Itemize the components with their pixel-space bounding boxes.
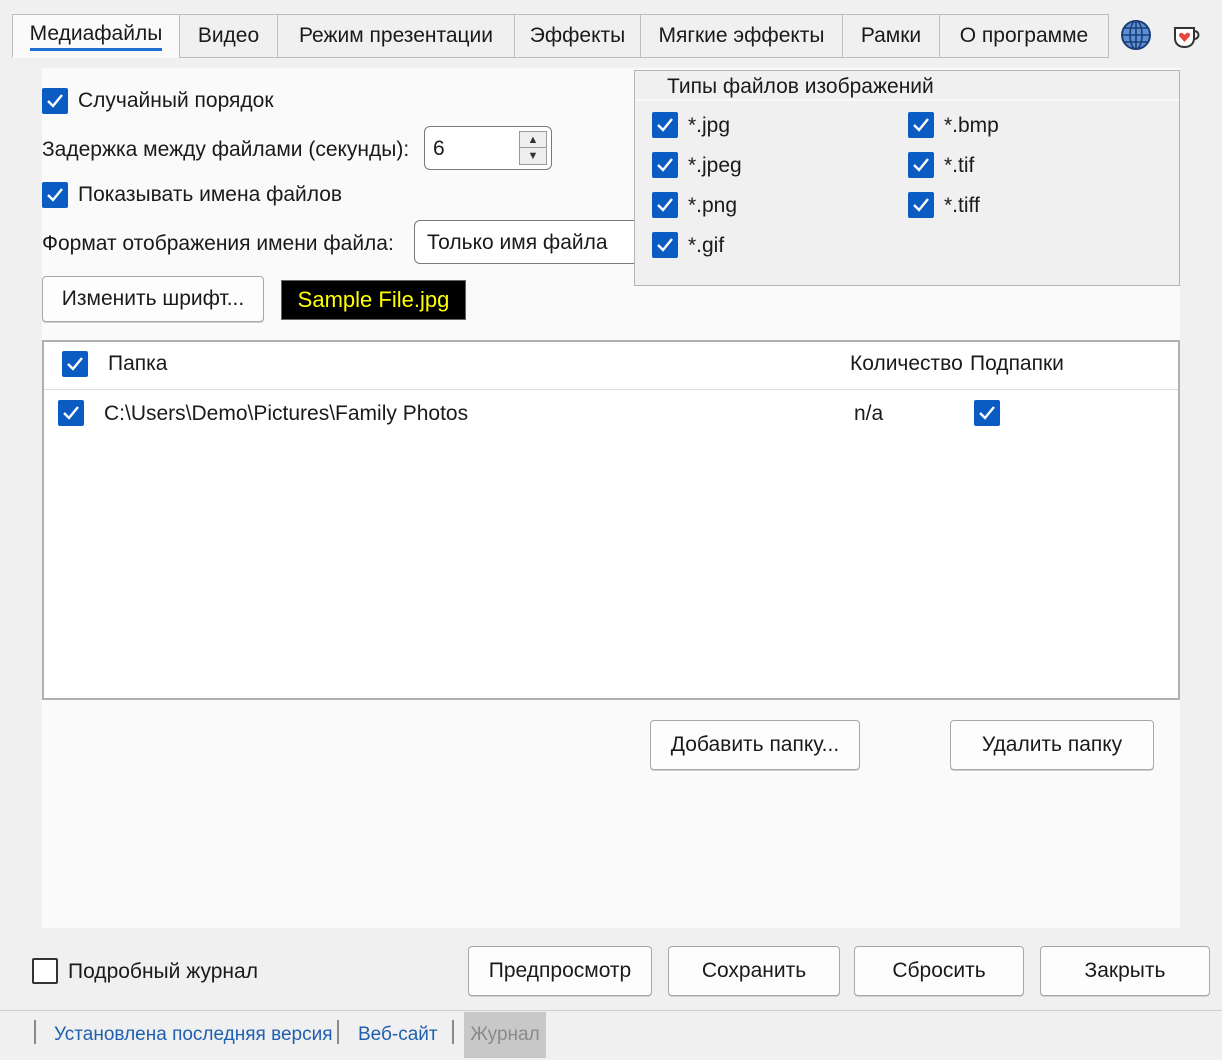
jpeg-label: *.jpeg bbox=[688, 154, 742, 177]
version-link[interactable]: Установлена последняя версия bbox=[54, 1024, 333, 1046]
tab-label: Медиафайлы bbox=[29, 22, 163, 51]
select-all-checkbox[interactable] bbox=[62, 351, 88, 377]
website-link[interactable]: Веб-сайт bbox=[358, 1024, 438, 1046]
folder-list[interactable] bbox=[42, 340, 1180, 700]
add-folder-button[interactable]: Добавить папку... bbox=[650, 720, 860, 770]
group-divider bbox=[635, 99, 1179, 101]
random-order-checkbox[interactable] bbox=[42, 88, 68, 114]
tif-label: *.tif bbox=[944, 154, 975, 177]
tab-effects[interactable]: Эффекты bbox=[514, 14, 641, 58]
delay-label: Задержка между файлами (секунды): bbox=[42, 138, 410, 161]
jpeg-checkbox[interactable] bbox=[652, 152, 678, 178]
coffee-heart-icon[interactable] bbox=[1172, 22, 1202, 50]
reset-button[interactable]: Сбросить bbox=[854, 946, 1024, 996]
status-separator bbox=[452, 1020, 454, 1044]
tab-label: Эффекты bbox=[529, 24, 626, 47]
jpg-checkbox[interactable] bbox=[652, 112, 678, 138]
folder-row-checkbox[interactable] bbox=[58, 400, 84, 426]
tab-about[interactable]: О программе bbox=[939, 14, 1109, 58]
show-names-checkbox[interactable] bbox=[42, 182, 68, 208]
close-button[interactable]: Закрыть bbox=[1040, 946, 1210, 996]
tiff-label: *.tiff bbox=[944, 194, 980, 217]
delay-spinner[interactable]: 6 ▲ ▼ bbox=[424, 126, 552, 170]
save-button[interactable]: Сохранить bbox=[668, 946, 840, 996]
spinner-down-icon[interactable]: ▼ bbox=[520, 148, 546, 164]
random-order-label: Случайный порядок bbox=[78, 89, 274, 112]
remove-folder-button[interactable]: Удалить папку bbox=[950, 720, 1154, 770]
subfolders-checkbox[interactable] bbox=[974, 400, 1000, 426]
folder-count: n/a bbox=[854, 402, 884, 425]
tab-frames[interactable]: Рамки bbox=[842, 14, 940, 58]
tab-soft-effects[interactable]: Мягкие эффекты bbox=[640, 14, 843, 58]
tif-checkbox[interactable] bbox=[908, 152, 934, 178]
png-label: *.png bbox=[688, 194, 738, 217]
folder-path[interactable]: C:\Users\Demo\Pictures\Family Photos bbox=[104, 402, 468, 426]
column-folder[interactable]: Папка bbox=[108, 352, 167, 376]
tiff-checkbox[interactable] bbox=[908, 192, 934, 218]
bmp-label: *.bmp bbox=[944, 114, 999, 137]
name-format-label: Формат отображения имени файла: bbox=[42, 232, 394, 255]
verbose-log-checkbox[interactable] bbox=[32, 958, 58, 984]
globe-icon[interactable] bbox=[1120, 19, 1152, 51]
preview-button[interactable]: Предпросмотр bbox=[468, 946, 652, 996]
gif-checkbox[interactable] bbox=[652, 232, 678, 258]
delay-value[interactable]: 6 bbox=[433, 137, 445, 161]
tab-label: Видео bbox=[197, 24, 260, 47]
status-separator bbox=[34, 1020, 36, 1044]
font-sample: Sample File.jpg bbox=[281, 280, 466, 320]
jpg-label: *.jpg bbox=[688, 114, 731, 137]
show-names-label: Показывать имена файлов bbox=[78, 183, 343, 206]
bmp-checkbox[interactable] bbox=[908, 112, 934, 138]
tab-label: Мягкие эффекты bbox=[658, 24, 825, 47]
file-types-title: Типы файлов изображений bbox=[661, 75, 940, 99]
name-format-dropdown[interactable]: Только имя файла bbox=[414, 220, 654, 264]
column-subfolders[interactable]: Подпапки bbox=[970, 352, 1064, 376]
png-checkbox[interactable] bbox=[652, 192, 678, 218]
tab-video[interactable]: Видео bbox=[179, 14, 278, 58]
tab-label: О программе bbox=[959, 24, 1089, 47]
name-format-value: Только имя файла bbox=[427, 231, 608, 254]
tab-label: Рамки bbox=[860, 24, 922, 47]
tab-presentation-mode[interactable]: Режим презентации bbox=[277, 14, 515, 58]
spinner-buttons[interactable]: ▲ ▼ bbox=[519, 131, 547, 165]
change-font-button[interactable]: Изменить шрифт... bbox=[42, 276, 264, 322]
status-separator bbox=[337, 1020, 339, 1044]
column-count[interactable]: Количество bbox=[850, 352, 963, 376]
verbose-log-label: Подробный журнал bbox=[68, 960, 258, 983]
tab-label: Режим презентации bbox=[298, 24, 494, 47]
gif-label: *.gif bbox=[688, 234, 725, 257]
tab-media-files[interactable]: Медиафайлы bbox=[12, 14, 180, 58]
spinner-up-icon[interactable]: ▲ bbox=[520, 132, 546, 148]
log-button[interactable]: Журнал bbox=[464, 1012, 546, 1058]
